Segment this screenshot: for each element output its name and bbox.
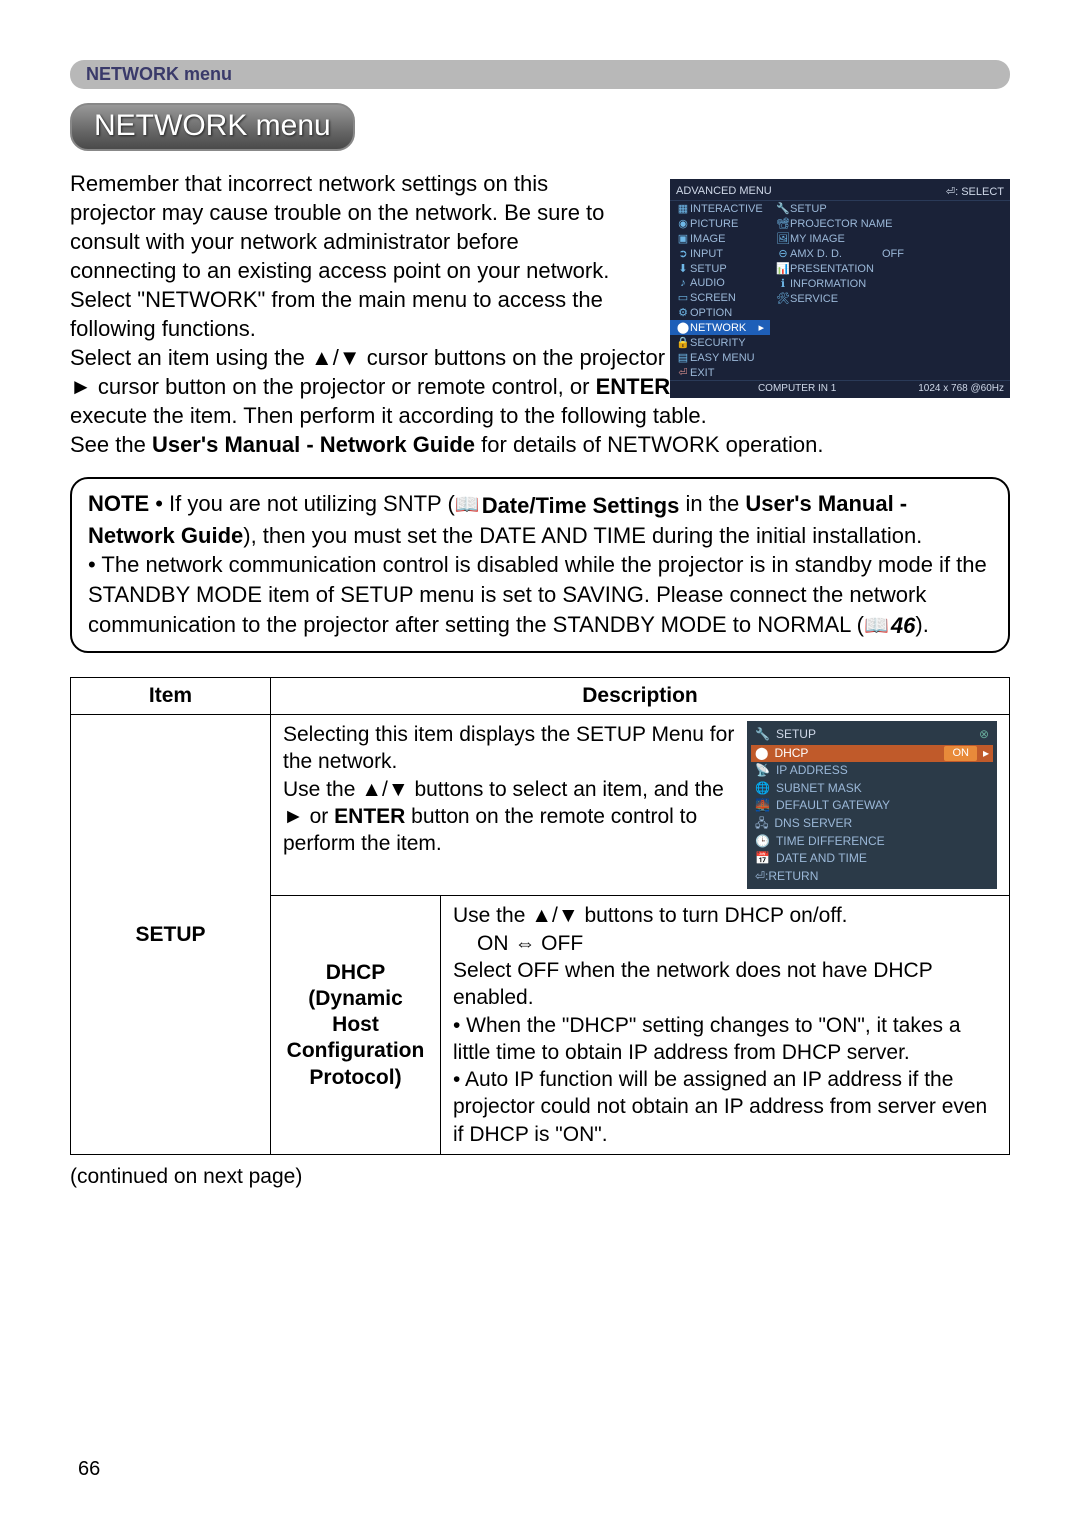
osd-header: ADVANCED MENU ⏎: SELECT [670, 183, 1010, 201]
page-title: NETWORK menu [94, 109, 331, 142]
osd-right-column: 🔧SETUP 📽PROJECTOR NAME 🖼MY IMAGE ⊖AMX D.… [770, 201, 1010, 380]
note-label: NOTE [88, 491, 149, 516]
osd-footer: COMPUTER IN 1 1024 x 768 @60Hz [670, 380, 1010, 396]
osd-setup-dhcp: ⬤DHCPON▸ [751, 745, 993, 763]
description-table: Item Description SETUP Selecting this it… [70, 677, 1010, 1155]
dhcp-description: Use the ▲/▼ buttons to turn DHCP on/off.… [441, 896, 1010, 1155]
osd-header-right: ⏎: SELECT [946, 185, 1004, 198]
th-item: Item [71, 678, 271, 715]
osd-screenshot-main: ADVANCED MENU ⏎: SELECT ▦INTERACTIVE ◉PI… [670, 179, 1010, 398]
book-icon: 📖 [455, 492, 480, 519]
continued-note: (continued on next page) [70, 1165, 1010, 1189]
note-box: NOTE • If you are not utilizing SNTP (📖D… [70, 477, 1010, 653]
osd-selected-network: ⬤NETWORK▸ [670, 320, 770, 335]
intro-block: ADVANCED MENU ⏎: SELECT ▦INTERACTIVE ◉PI… [70, 169, 1010, 459]
osd-header-left: ADVANCED MENU [676, 185, 772, 198]
th-description: Description [271, 678, 1010, 715]
section-header-text: NETWORK menu [86, 64, 232, 84]
section-header-bar: NETWORK menu [70, 60, 1010, 89]
subitem-dhcp: DHCP (Dynamic Host Configuration Protoco… [271, 896, 441, 1155]
setup-description: Selecting this item displays the SETUP M… [271, 715, 1010, 896]
osd-screenshot-setup: 🔧SETUP⊗ ⬤DHCPON▸ 📡IP ADDRESS 🌐SUBNET MAS… [747, 721, 997, 889]
page-title-pill: NETWORK menu [70, 103, 355, 151]
page-number: 66 [78, 1458, 100, 1481]
osd-left-column: ▦INTERACTIVE ◉PICTURE ▣IMAGE ➲INPUT ⬇SET… [670, 201, 770, 380]
item-setup: SETUP [71, 715, 271, 1155]
book-icon: 📖 [864, 613, 889, 640]
